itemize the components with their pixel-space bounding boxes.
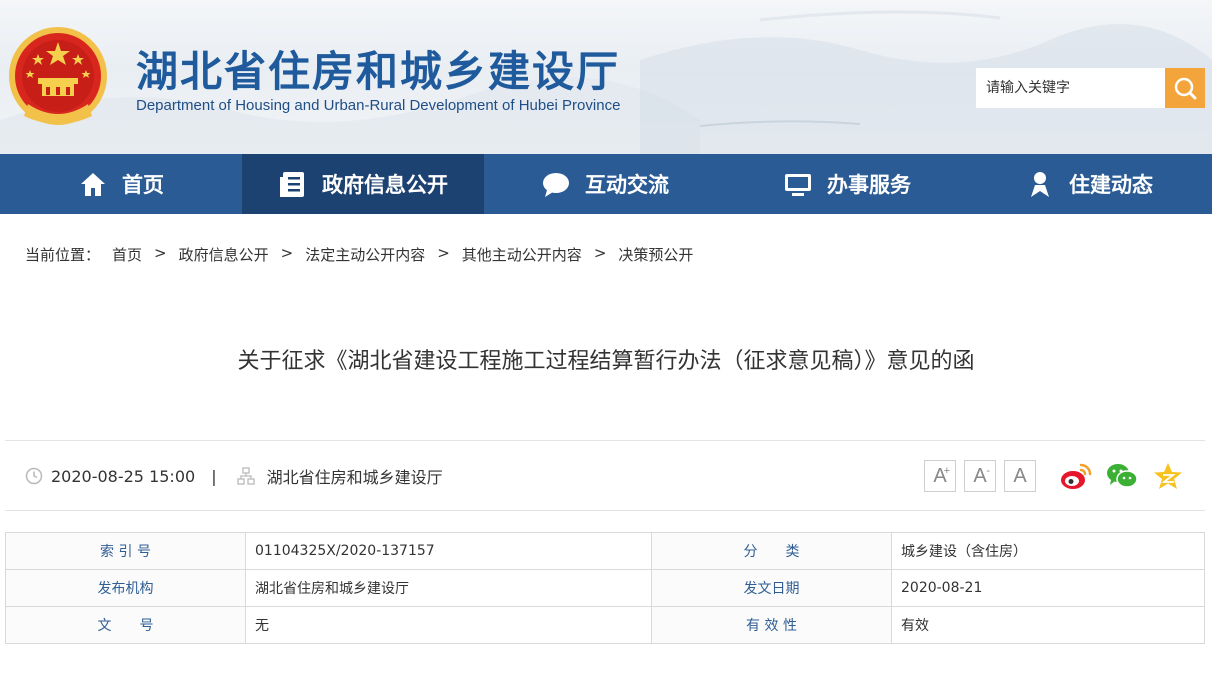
- nav-item-services[interactable]: 办事服务: [726, 154, 968, 214]
- article-meta: 2020-08-25 15:00 | 湖北省住房和城乡建设厅: [25, 464, 443, 488]
- nav-label: 办事服务: [827, 173, 911, 197]
- breadcrumb-item-other[interactable]: 其他主动公开内容: [462, 244, 582, 265]
- font-increase-button[interactable]: A +: [924, 460, 956, 492]
- divider-bottom: [5, 510, 1205, 511]
- breadcrumb-separator: >: [154, 244, 167, 262]
- category-value: 城乡建设（含住房）: [891, 532, 1205, 570]
- breadcrumb-item-home[interactable]: 首页: [112, 244, 142, 265]
- publisher: 湖北省住房和城乡建设厅: [266, 468, 443, 487]
- breadcrumb-item-statutory[interactable]: 法定主动公开内容: [305, 244, 425, 265]
- share-qzone-button[interactable]: [1150, 458, 1186, 494]
- document-number-label: 文 号: [5, 606, 246, 644]
- home-icon: [78, 169, 108, 199]
- breadcrumb-separator: >: [437, 244, 450, 262]
- breadcrumb-separator: >: [280, 244, 294, 262]
- issue-date-label: 发文日期: [651, 569, 892, 607]
- nav-item-gov-info[interactable]: 政府信息公开: [242, 154, 484, 214]
- nav-label: 互动交流: [585, 173, 669, 197]
- nav-label: 首页: [122, 173, 164, 197]
- person-badge-icon: [1025, 169, 1055, 199]
- index-number-value: 01104325X/2020-137157: [245, 532, 652, 570]
- table-row: 文 号 无 有 效 性 有效: [5, 606, 1205, 644]
- site-subtitle: Department of Housing and Urban-Rural De…: [136, 97, 621, 114]
- nav-item-home[interactable]: 首页: [0, 154, 242, 214]
- meta-divider: |: [211, 466, 217, 486]
- organization-icon: [236, 467, 255, 485]
- publish-datetime: 2020-08-25 15:00: [51, 466, 196, 486]
- font-decrease-button[interactable]: A-: [964, 460, 996, 492]
- search-input[interactable]: [976, 68, 1166, 108]
- chat-bubble-icon: [541, 169, 571, 199]
- issuing-agency-label: 发布机构: [5, 569, 246, 607]
- document-info-table: 索 引 号 01104325X/2020-137157 分 类 城乡建设（含住房…: [5, 532, 1205, 644]
- breadcrumb-item-decision[interactable]: 决策预公开: [618, 244, 693, 265]
- article-title: 关于征求《湖北省建设工程施工过程结算暂行办法（征求意见稿）》意见的函: [237, 349, 975, 374]
- font-size-controls: A + A- A: [924, 460, 1044, 492]
- site-header: 湖北省住房和城乡建设厅 Department of Housing and Ur…: [0, 0, 1212, 154]
- breadcrumb-prefix: 当前位置：: [25, 246, 101, 264]
- index-number-label: 索 引 号: [5, 532, 246, 570]
- share-weibo-button[interactable]: [1058, 458, 1094, 494]
- issue-date-value: 2020-08-21: [891, 569, 1205, 607]
- main-nav: 首页 政府信息公开 互动交流 办事服务 住建动态: [0, 154, 1212, 214]
- site-title: 湖北省住房和城乡建设厅: [136, 47, 621, 96]
- share-wechat-button[interactable]: [1104, 458, 1140, 494]
- validity-value: 有效: [891, 606, 1205, 644]
- nav-item-interaction[interactable]: 互动交流: [484, 154, 726, 214]
- wechat-icon: [1107, 464, 1138, 488]
- search-button[interactable]: [1165, 68, 1205, 108]
- search-box: [976, 68, 1205, 108]
- breadcrumb-separator: >: [593, 244, 607, 262]
- national-emblem-logo: [9, 27, 107, 125]
- nav-item-news[interactable]: 住建动态: [968, 154, 1210, 214]
- divider-top: [5, 440, 1205, 441]
- breadcrumb: 当前位置： 首页 > 政府信息公开 > 法定主动公开内容 > 其他主动公开内容 …: [25, 244, 693, 265]
- nav-label: 住建动态: [1069, 173, 1153, 197]
- table-row: 索 引 号 01104325X/2020-137157 分 类 城乡建设（含住房…: [5, 532, 1205, 570]
- document-list-icon: [278, 169, 308, 199]
- qzone-icon: [1154, 463, 1182, 489]
- breadcrumb-item-gov-info[interactable]: 政府信息公开: [179, 244, 269, 265]
- nav-label: 政府信息公开: [322, 173, 448, 197]
- share-buttons: [1058, 458, 1196, 494]
- document-number-value: 无: [245, 606, 652, 644]
- font-reset-button[interactable]: A: [1004, 460, 1036, 492]
- validity-label: 有 效 性: [651, 606, 892, 644]
- search-icon: [1174, 77, 1197, 100]
- clock-icon: [25, 467, 43, 485]
- table-row: 发布机构 湖北省住房和城乡建设厅 发文日期 2020-08-21: [5, 569, 1205, 607]
- weibo-icon: [1061, 463, 1092, 489]
- monitor-icon: [783, 169, 813, 199]
- category-label: 分 类: [651, 532, 892, 570]
- issuing-agency-value: 湖北省住房和城乡建设厅: [245, 569, 652, 607]
